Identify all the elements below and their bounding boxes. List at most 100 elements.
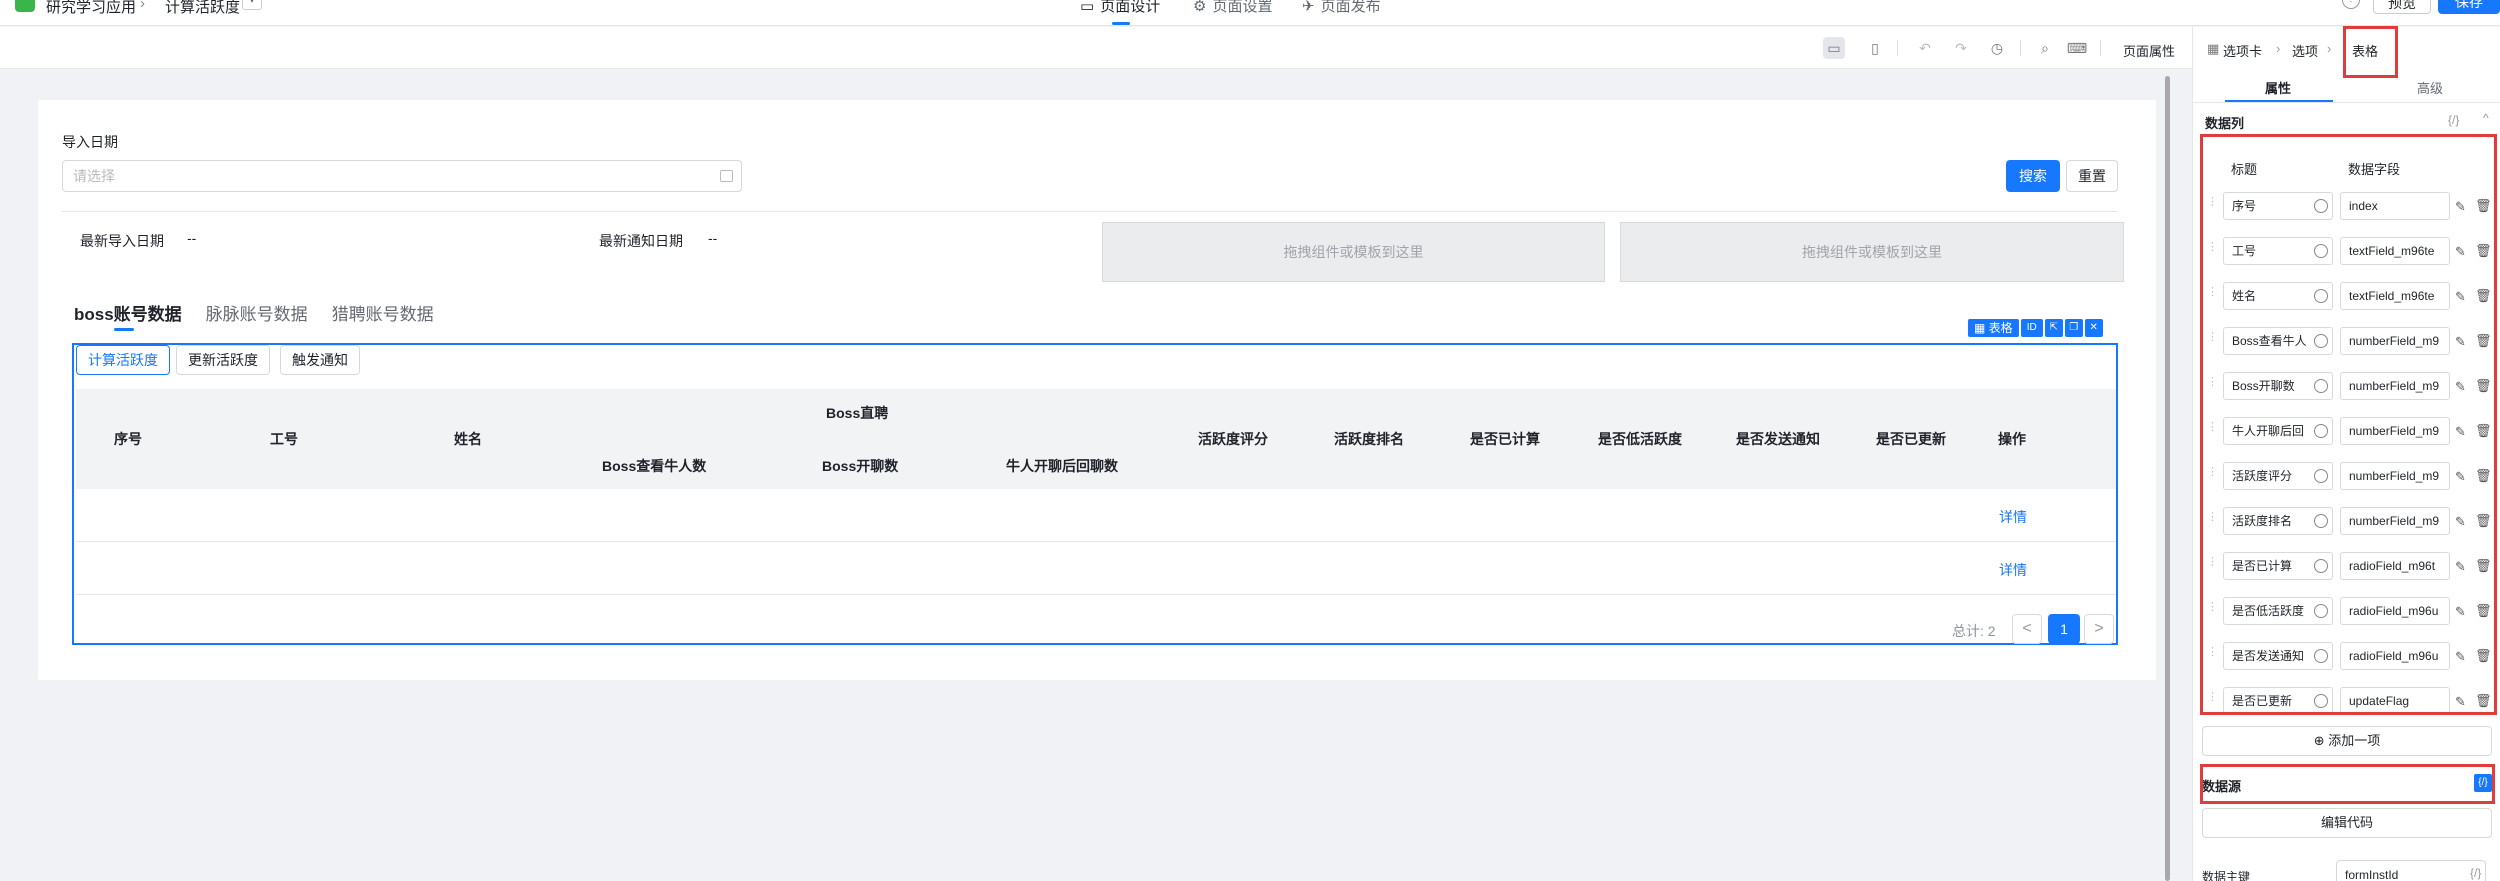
grid-icon: ▦	[2207, 41, 2220, 56]
primary-key-label: 数据主键	[2202, 870, 2251, 881]
app-logo-icon	[15, 0, 35, 12]
col-header: 是否低活跃度	[1598, 431, 1682, 447]
add-item-button[interactable]: ⊕ 添加一项	[2202, 726, 2492, 756]
trigger-notify-button[interactable]: 触发通知	[280, 345, 360, 375]
mobile-view-icon[interactable]: ▯	[1864, 37, 1886, 59]
tab-page-settings-label: 页面设置	[1212, 0, 1273, 15]
rocket-icon: ✈	[1302, 0, 1315, 15]
tab-page-settings[interactable]: ⚙ 页面设置	[1193, 0, 1272, 16]
annotation-box	[2200, 764, 2495, 804]
total-count: 总计: 2	[1952, 623, 1996, 639]
dropzone[interactable]: 拖拽组件或模板到这里	[1102, 222, 1605, 282]
top-bar: 研究学习应用 › 计算活跃度 ▾ ▭ 页面设计 ⚙ 页面设置 ✈ 页面发布 ? …	[0, 0, 2500, 26]
next-page-button[interactable]: >	[2084, 614, 2114, 644]
annotation-box	[2200, 134, 2497, 715]
calculate-activity-button[interactable]: 计算活跃度	[76, 345, 170, 375]
search-icon[interactable]: ⌕	[2034, 37, 2056, 59]
breadcrumb-tabs[interactable]: 选项卡	[2223, 41, 2262, 60]
col-header: 是否已更新	[1876, 431, 1946, 447]
col-header: 工号	[270, 431, 298, 447]
col-header: 活跃度评分	[1198, 431, 1268, 447]
latest-import-label: 最新导入日期	[80, 233, 164, 249]
chevron-right-icon: ›	[2276, 41, 2281, 56]
table-header: 序号 工号 姓名 Boss直聘 Boss查看牛人数 Boss开聊数 牛人开聊后回…	[76, 389, 2116, 489]
preview-button[interactable]: 预览	[2373, 0, 2431, 14]
export-icon[interactable]: ⇱	[2044, 319, 2063, 337]
toolbar-divider	[1897, 40, 1898, 56]
active-tab-indicator	[1112, 22, 1130, 25]
page-properties-button[interactable]: 页面属性	[2123, 41, 2175, 60]
code-icon[interactable]: {/}	[2448, 113, 2459, 127]
gear-icon: ⚙	[1193, 0, 1207, 15]
import-date-placeholder: 请选择	[73, 168, 115, 184]
table-row: 详情	[76, 542, 2116, 595]
data-columns-label: 数据列	[2205, 116, 2245, 131]
col-header: 活跃度排名	[1334, 431, 1404, 447]
tab-properties[interactable]: 属性	[2265, 78, 2291, 97]
col-header: 操作	[1998, 431, 2026, 447]
canvas-scrollbar[interactable]	[2165, 76, 2170, 881]
add-item-label: 添加一项	[2328, 733, 2381, 748]
latest-notify-label: 最新通知日期	[599, 233, 683, 249]
detail-link[interactable]: 详情	[1999, 507, 2027, 527]
col-header: 序号	[114, 431, 142, 447]
import-date-input[interactable]: 请选择	[62, 160, 742, 192]
edit-code-button[interactable]: 编辑代码	[2202, 808, 2492, 838]
redo-icon[interactable]: ↷	[1950, 37, 1972, 59]
history-icon[interactable]: ◷	[1986, 37, 2008, 59]
col-header: 是否已计算	[1470, 431, 1540, 447]
save-button[interactable]: 保存	[2438, 0, 2500, 14]
tab-maimai-account[interactable]: 脉脉账号数据	[206, 300, 308, 325]
tab-page-design[interactable]: ▭ 页面设计	[1080, 0, 1160, 16]
col-header: 姓名	[454, 431, 482, 447]
table-actions: 计算活跃度 更新活跃度 触发通知	[74, 345, 2116, 389]
undo-icon[interactable]: ↶	[1914, 37, 1936, 59]
app-name: 研究学习应用	[46, 0, 137, 16]
trash-icon[interactable]: ✕	[2084, 319, 2103, 337]
desktop-view-icon[interactable]: ▭	[1823, 37, 1845, 59]
divider	[2193, 102, 2500, 103]
col-header: Boss查看牛人数	[602, 458, 707, 474]
tab-page-publish-label: 页面发布	[1320, 0, 1381, 15]
search-button[interactable]: 搜索	[2006, 160, 2060, 192]
table-widget-toolbar: ▦ 表格 ID ⇱ ❐ ✕	[1968, 319, 2103, 337]
toolbar-divider	[2100, 40, 2101, 56]
editor-toolbar: ▭ ▯ ↶ ↷ ◷ ⌕ ⌨ 页面属性	[0, 27, 2192, 69]
page-dropdown-button[interactable]: ▾	[242, 0, 262, 10]
update-activity-button[interactable]: 更新活跃度	[176, 345, 270, 375]
chevron-right-icon: ›	[2327, 41, 2332, 56]
divider	[62, 211, 2118, 212]
code-icon[interactable]: {/}	[2470, 866, 2481, 880]
tab-liepin-account[interactable]: 猎聘账号数据	[332, 300, 434, 325]
breadcrumb-option[interactable]: 选项	[2292, 41, 2318, 60]
prev-page-button[interactable]: <	[2012, 614, 2042, 644]
latest-notify-value: --	[708, 230, 718, 246]
detail-link[interactable]: 详情	[1999, 560, 2027, 580]
page-design-icon: ▭	[1080, 0, 1095, 15]
chevron-up-icon[interactable]: ^	[2483, 111, 2489, 125]
table-widget-badge[interactable]: ▦ 表格	[1968, 319, 2019, 337]
account-tab-indicator	[114, 328, 134, 331]
toolbar-divider	[2020, 40, 2021, 56]
tab-advanced[interactable]: 高级	[2417, 78, 2443, 97]
table-widget[interactable]: 计算活跃度 更新活跃度 触发通知 序号 工号 姓名 Boss直聘 Boss查看牛…	[72, 343, 2118, 645]
current-page-button[interactable]: 1	[2048, 614, 2080, 644]
current-page-name: 计算活跃度	[165, 0, 241, 16]
widget-id-button[interactable]: ID	[2020, 319, 2043, 337]
primary-key-input[interactable]: formInstId	[2336, 860, 2486, 881]
col-header: Boss开聊数	[822, 458, 899, 474]
chevron-right-icon: ›	[140, 0, 145, 12]
tab-boss-account[interactable]: boss账号数据	[74, 300, 182, 325]
annotation-box	[2343, 26, 2398, 78]
keyboard-icon[interactable]: ⌨	[2066, 37, 2088, 59]
latest-import-value: --	[187, 230, 197, 246]
help-icon[interactable]: ?	[2342, 0, 2360, 9]
table-widget-badge-label: 表格	[1988, 321, 2013, 335]
col-group-header: Boss直聘	[826, 405, 889, 421]
tab-page-publish[interactable]: ✈ 页面发布	[1302, 0, 1381, 16]
dropzone[interactable]: 拖拽组件或模板到这里	[1620, 222, 2124, 282]
copy-icon[interactable]: ❐	[2064, 319, 2083, 337]
reset-button[interactable]: 重置	[2066, 160, 2118, 192]
account-tabs: boss账号数据 脉脉账号数据 猎聘账号数据	[74, 300, 434, 325]
tab-page-design-label: 页面设计	[1100, 0, 1161, 15]
